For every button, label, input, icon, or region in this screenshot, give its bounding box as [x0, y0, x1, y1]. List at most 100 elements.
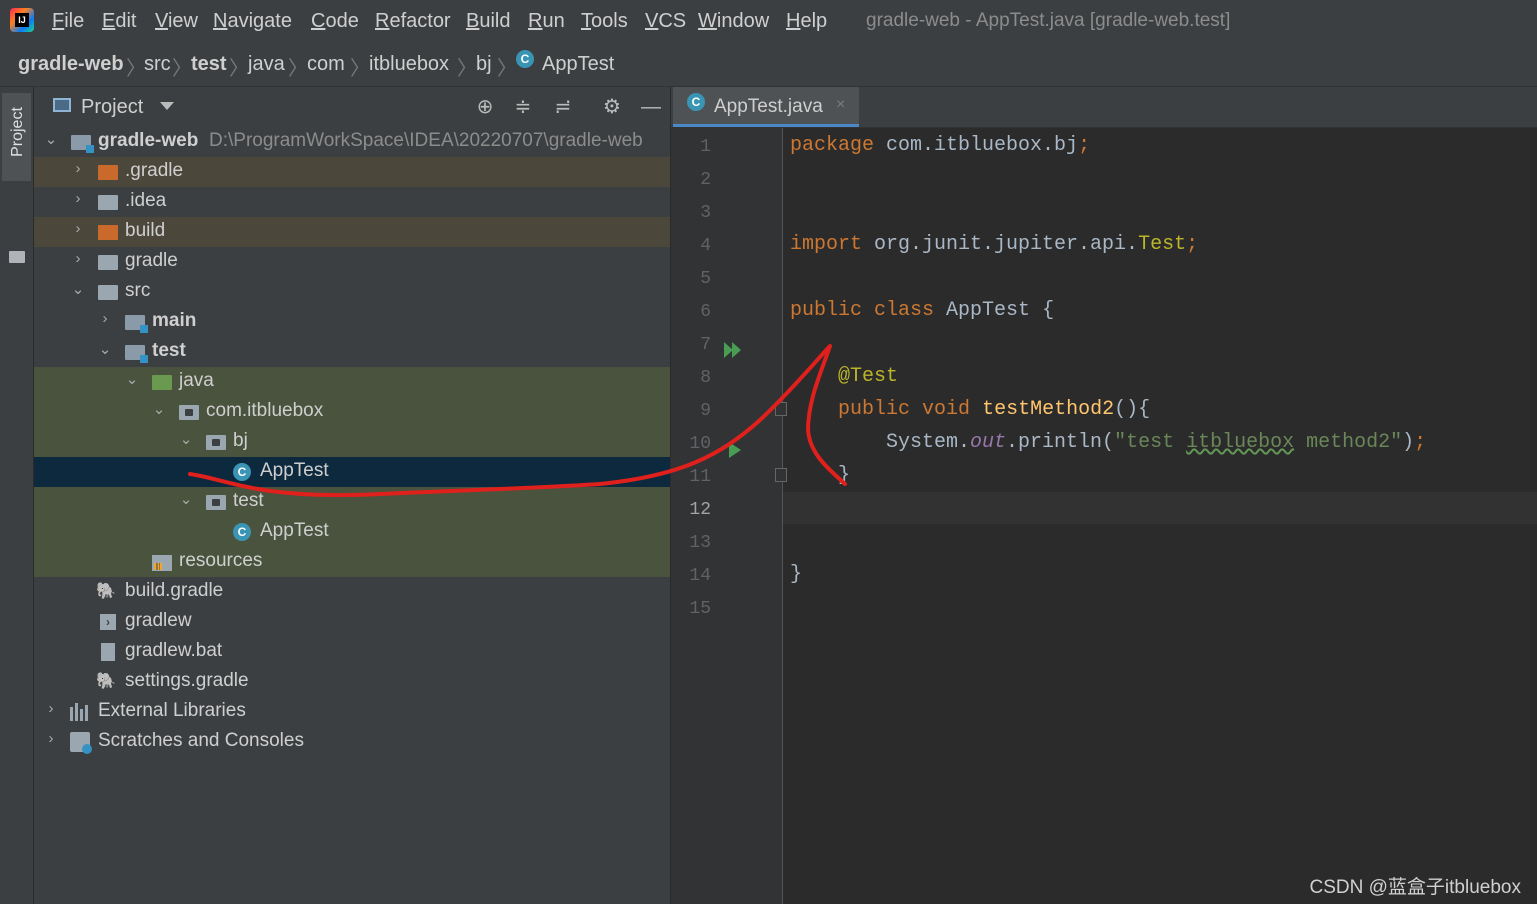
- code-line-10[interactable]: System.out.println("test itbluebox metho…: [886, 431, 1426, 454]
- menu-vcs[interactable]: VCS: [645, 10, 686, 33]
- project-panel-title[interactable]: Project: [81, 96, 143, 119]
- project-panel-header: Project ⊕ ≑ ≓ ⚙ —: [34, 87, 670, 127]
- tab-label: AppTest.java: [714, 96, 823, 117]
- chevron-down-icon[interactable]: ⌄: [152, 400, 166, 418]
- run-test-icon[interactable]: [728, 441, 742, 459]
- close-icon[interactable]: ×: [836, 96, 845, 114]
- excluded-folder-icon: [98, 165, 118, 180]
- chevron-right-icon[interactable]: ›: [71, 250, 85, 267]
- fold-icon[interactable]: [775, 468, 787, 482]
- chevron-right-icon[interactable]: ›: [71, 190, 85, 207]
- tree-row-project-root[interactable]: ⌄ gradle-web D:\ProgramWorkSpace\IDEA\20…: [34, 127, 670, 157]
- tree-row-bj[interactable]: ⌄ bj: [34, 427, 670, 457]
- tree-label: test: [233, 490, 264, 511]
- text-file-icon: [101, 643, 115, 661]
- gradle-icon: 🐘: [96, 673, 116, 690]
- breadcrumb-item[interactable]: java: [248, 53, 285, 76]
- tree-row-java[interactable]: ⌄ java: [34, 367, 670, 397]
- tree-row-idea[interactable]: › .idea: [34, 187, 670, 217]
- chevron-right-icon[interactable]: ›: [98, 310, 112, 327]
- folder-icon: [98, 255, 118, 270]
- menu-file[interactable]: File: [52, 10, 84, 33]
- tree-row-apptest-selected[interactable]: C AppTest: [34, 457, 670, 487]
- chevron-down-icon[interactable]: ⌄: [71, 280, 85, 298]
- run-all-tests-icon[interactable]: [723, 341, 745, 359]
- breadcrumb-item[interactable]: gradle-web: [18, 53, 124, 76]
- code-token: ;: [1078, 134, 1091, 157]
- project-tool-window-tab[interactable]: Project: [2, 93, 31, 181]
- logo-text: IJ: [15, 13, 29, 27]
- tree-row-test-module[interactable]: ⌄ test: [34, 337, 670, 367]
- tree-row-scratches[interactable]: › Scratches and Consoles: [34, 727, 670, 757]
- folder-icon[interactable]: [9, 251, 25, 263]
- tree-row-build[interactable]: › build: [34, 217, 670, 247]
- menu-tools[interactable]: Tools: [581, 10, 628, 33]
- menu-refactor[interactable]: Refactor: [375, 10, 451, 33]
- tree-row-apptest[interactable]: C AppTest: [34, 517, 670, 547]
- menu-window[interactable]: Window: [698, 10, 769, 33]
- breadcrumb-separator-icon: 〉: [288, 58, 308, 80]
- chevron-down-icon[interactable]: ⌄: [98, 340, 112, 358]
- menu-navigate[interactable]: Navigate: [213, 10, 292, 33]
- tree-row-main[interactable]: › main: [34, 307, 670, 337]
- code-line-9[interactable]: public void testMethod2(){: [838, 398, 1150, 421]
- menu-view[interactable]: View: [155, 10, 198, 33]
- breadcrumb-item[interactable]: test: [191, 53, 227, 76]
- chevron-right-icon[interactable]: ›: [71, 160, 85, 177]
- chevron-down-icon[interactable]: ⌄: [125, 370, 139, 388]
- menu-build[interactable]: Build: [466, 10, 510, 33]
- menu-help[interactable]: Help: [786, 10, 827, 33]
- crosshair-icon[interactable]: ⊕: [472, 95, 498, 119]
- minimize-icon[interactable]: —: [638, 95, 664, 119]
- code-token: AppTest {: [934, 299, 1055, 322]
- tree-row-gradlew[interactable]: › gradlew: [34, 607, 670, 637]
- tree-row-test-package[interactable]: ⌄ test: [34, 487, 670, 517]
- code-line-8[interactable]: @Test: [838, 365, 898, 388]
- code-line-14[interactable]: }: [790, 563, 802, 586]
- code-token-typo: itbluebox: [1186, 431, 1295, 454]
- tree-row-gradle[interactable]: › gradle: [34, 247, 670, 277]
- intellij-logo-icon[interactable]: IJ: [10, 8, 34, 32]
- code-line-6[interactable]: public class AppTest {: [790, 299, 1054, 322]
- tab-apptest-java[interactable]: C AppTest.java ×: [673, 87, 859, 127]
- code-line-4[interactable]: import org.junit.jupiter.api.Test;: [790, 233, 1198, 256]
- chevron-down-icon[interactable]: ⌄: [44, 130, 58, 148]
- menu-edit[interactable]: Edit: [102, 10, 136, 33]
- tree-row-src[interactable]: ⌄ src: [34, 277, 670, 307]
- breadcrumb-item[interactable]: src: [144, 53, 171, 76]
- chevron-right-icon[interactable]: ›: [44, 730, 58, 747]
- collapse-all-icon[interactable]: ≓: [550, 95, 576, 119]
- chevron-right-icon[interactable]: ›: [71, 220, 85, 237]
- tree-row-gradlew-bat[interactable]: gradlew.bat: [34, 637, 670, 667]
- breadcrumb-item[interactable]: itbluebox: [369, 53, 449, 76]
- gutter[interactable]: 1 2 3 4 5 6 7 8 9 10 11 12 13 14 15: [671, 128, 787, 904]
- breadcrumb-item[interactable]: com: [307, 53, 345, 76]
- line-number: 11: [689, 467, 711, 487]
- fold-icon[interactable]: [775, 402, 787, 416]
- chevron-down-icon[interactable]: ⌄: [179, 490, 193, 508]
- chevron-down-icon[interactable]: [160, 102, 174, 110]
- code-line-1[interactable]: package com.itbluebox.bj;: [790, 134, 1090, 157]
- tree-row-build-gradle[interactable]: 🐘 build.gradle: [34, 577, 670, 607]
- tree-row-gradle-dir[interactable]: › .gradle: [34, 157, 670, 187]
- expand-all-icon[interactable]: ≑: [510, 95, 536, 119]
- breadcrumb-item[interactable]: AppTest: [542, 53, 614, 76]
- code-line-11[interactable]: }: [838, 464, 850, 487]
- chevron-down-icon[interactable]: ⌄: [179, 430, 193, 448]
- gradle-icon: 🐘: [96, 583, 116, 600]
- tree-row-resources[interactable]: resources: [34, 547, 670, 577]
- tree-row-package[interactable]: ⌄ com.itbluebox: [34, 397, 670, 427]
- libraries-icon: [70, 703, 92, 721]
- breadcrumb-separator-icon: 〉: [126, 58, 146, 80]
- tree-row-settings-gradle[interactable]: 🐘 settings.gradle: [34, 667, 670, 697]
- java-class-icon: C: [233, 523, 251, 541]
- module-folder-icon: [125, 345, 148, 363]
- breadcrumb-item[interactable]: bj: [476, 53, 492, 76]
- java-class-icon: C: [233, 463, 251, 481]
- menu-run[interactable]: Run: [528, 10, 565, 33]
- menu-code[interactable]: Code: [311, 10, 359, 33]
- chevron-right-icon[interactable]: ›: [44, 700, 58, 717]
- tree-row-external-libraries[interactable]: › External Libraries: [34, 697, 670, 727]
- watermark: CSDN @蓝盒子itbluebox: [1309, 877, 1521, 898]
- gear-icon[interactable]: ⚙: [599, 95, 625, 119]
